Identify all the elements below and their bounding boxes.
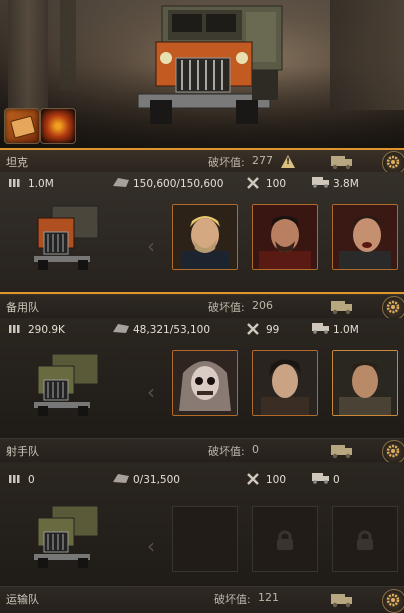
stat-hp: 48,321/53,100: [133, 324, 211, 336]
hero-soldier-portrait: [333, 351, 397, 415]
damage-label: 破坏值:: [208, 445, 245, 458]
deploy-truck-icon[interactable]: [330, 298, 354, 315]
armor-icon: [113, 474, 129, 483]
hero-slot-locked-2[interactable]: [252, 506, 318, 572]
wrench-icon: [247, 473, 259, 485]
ammo-icon: [9, 179, 20, 187]
hero-banner: [0, 0, 404, 148]
stat-power: 290.9K: [28, 324, 65, 336]
warning-icon[interactable]: [281, 155, 295, 168]
armor-icon: [113, 324, 129, 333]
gear-icon: [386, 444, 400, 458]
squad-body-reserve: 290.9K 48,321/53,100 99 1.0M ‹: [0, 318, 404, 438]
squad-header-tank[interactable]: 坦克 破坏值: 277: [0, 148, 404, 175]
squad-truck-image[interactable]: [30, 350, 102, 418]
squad-truck-image[interactable]: [30, 204, 102, 272]
stat-repair: 100: [266, 178, 287, 190]
hero-portrait-3[interactable]: [332, 350, 398, 416]
ammo-icon: [9, 325, 20, 333]
stat-power: 0: [28, 474, 35, 486]
gear-icon: [386, 300, 400, 314]
squad-truck-image[interactable]: [30, 502, 102, 570]
cargo-truck-icon: [312, 473, 329, 484]
lock-icon: [357, 530, 373, 550]
damage-label: 破坏值:: [214, 593, 251, 606]
wrench-icon: [247, 177, 259, 189]
squad-name: 坦克: [6, 156, 28, 169]
squad-name: 射手队: [6, 445, 39, 458]
squad-settings-button[interactable]: [382, 589, 404, 613]
squad-header-transport[interactable]: 运输队 破坏值: 121: [0, 586, 404, 613]
hero-red-warrior-portrait: [253, 205, 317, 269]
stat-load: 1.0M: [333, 324, 359, 336]
hero-portrait-1[interactable]: [172, 350, 238, 416]
hero-skull-mask-portrait: [173, 351, 237, 415]
hero-shouting-fighter-portrait: [333, 205, 397, 269]
stat-hp: 0/31,500: [133, 474, 180, 486]
stat-repair: 99: [266, 324, 280, 336]
armor-icon: [113, 178, 129, 187]
damage-label: 破坏值:: [208, 156, 245, 169]
chevron-left-icon: ‹: [147, 234, 155, 258]
gear-icon: [386, 155, 400, 169]
stat-power: 1.0M: [28, 178, 54, 190]
deploy-truck-icon[interactable]: [330, 153, 354, 170]
damage-label: 破坏值:: [208, 301, 245, 314]
squad-header-reserve[interactable]: 备用队 破坏值: 206: [0, 294, 404, 320]
damage-value: 206: [252, 299, 273, 312]
hero-portrait-2[interactable]: [252, 204, 318, 270]
wrench-icon: [247, 323, 259, 335]
damage-value: 0: [252, 443, 259, 456]
squad-settings-button[interactable]: [382, 296, 404, 320]
damage-value: 121: [258, 591, 279, 604]
gear-icon: [386, 593, 400, 607]
ammo-icon: [9, 475, 20, 483]
deploy-truck-icon[interactable]: [330, 442, 354, 459]
stat-load: 0: [333, 474, 340, 486]
hero-portrait-3[interactable]: [332, 204, 398, 270]
squad-body-tank: 1.0M 150,600/150,600 100 3.8M ‹: [0, 172, 404, 294]
chevron-left-icon: ‹: [147, 534, 155, 558]
hero-dark-hair-portrait: [253, 351, 317, 415]
cargo-truck-icon: [312, 323, 329, 334]
hero-blond-bearded-portrait: [173, 205, 237, 269]
hero-slot-empty-1[interactable]: [172, 506, 238, 572]
damage-value: 277: [252, 154, 273, 167]
lock-icon: [277, 530, 293, 550]
item-slot-book[interactable]: [4, 108, 40, 144]
hero-portrait-1[interactable]: [172, 204, 238, 270]
stat-load: 3.8M: [333, 178, 359, 190]
featured-truck-image: [137, 5, 283, 124]
cargo-truck-icon: [312, 177, 329, 188]
item-slot-fire-emblem[interactable]: [40, 108, 76, 144]
hero-slot-locked-3[interactable]: [332, 506, 398, 572]
squad-name: 运输队: [6, 593, 39, 606]
chevron-left-icon: ‹: [147, 380, 155, 404]
stat-hp: 150,600/150,600: [133, 178, 224, 190]
squad-settings-button[interactable]: [382, 440, 404, 464]
squad-body-shooter: 0 0/31,500 100 0 ‹: [0, 462, 404, 586]
stat-repair: 100: [266, 474, 287, 486]
deploy-truck-icon[interactable]: [330, 591, 354, 608]
hero-portrait-2[interactable]: [252, 350, 318, 416]
squad-header-shooter[interactable]: 射手队 破坏值: 0: [0, 438, 404, 464]
squad-name: 备用队: [6, 301, 39, 314]
